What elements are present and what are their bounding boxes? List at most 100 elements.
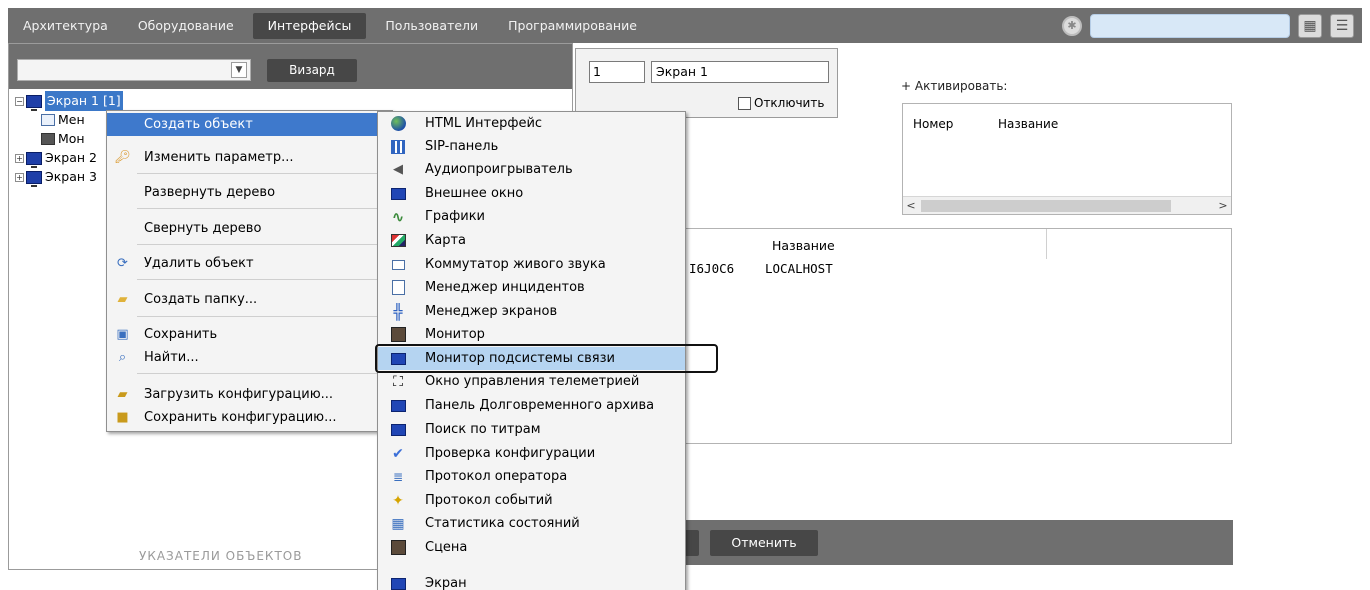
context-menu: Создать объект ▶ 🔑︎ Изменить параметр...… (106, 110, 393, 432)
expand-icon[interactable]: + (15, 172, 24, 182)
star-icon: ✦ (392, 492, 404, 509)
menu-item-save-config[interactable]: ■ Сохранить конфигурацию... (107, 406, 392, 429)
submenu-item-caption-search[interactable]: Поиск по титрам (378, 418, 685, 441)
submenu-item-operator-log[interactable]: ≣ Протокол оператора (378, 465, 685, 488)
tree-node-screen2[interactable]: + Экран 2 (15, 148, 97, 168)
menu-icon[interactable]: ☰ (1330, 13, 1354, 38)
submenu-item-label: Статистика состояний (425, 516, 580, 531)
submenu-item-label: Протокол оператора (425, 469, 568, 484)
menu-separator (137, 244, 389, 245)
menu-item-find[interactable]: ⌕ Найти... (107, 346, 392, 369)
tree-node-label: Мон (58, 131, 85, 146)
chevron-down-icon[interactable]: ▼ (231, 62, 247, 78)
submenu-item-screen[interactable]: Экран (378, 572, 685, 590)
submenu-item-label: Сцена (425, 540, 468, 555)
tab-interfaces[interactable]: Интерфейсы (252, 12, 367, 39)
menu-item-label: Изменить параметр... (144, 150, 294, 165)
menu-item-label: Создать объект (144, 117, 253, 132)
checkbox-box[interactable] (738, 96, 751, 110)
menu-item-edit-parameter[interactable]: 🔑︎ Изменить параметр... (107, 146, 392, 169)
gear-icon[interactable]: ✱ (1062, 15, 1082, 36)
save-icon: ▣ (116, 327, 129, 342)
menu-item-collapse-tree[interactable]: Свернуть дерево (107, 217, 392, 240)
tree-node-label: Мен (58, 112, 85, 127)
submenu-item-label: Проверка конфигурации (425, 446, 596, 461)
submenu-item-state-statistics[interactable]: ▦ Статистика состояний (378, 512, 685, 535)
menu-item-label: Найти... (144, 350, 199, 365)
menu-item-load-config[interactable]: ▰ Загрузить конфигурацию... (107, 383, 392, 406)
menu-item-save[interactable]: ▣ Сохранить (107, 323, 392, 346)
menu-item-create-folder[interactable]: ▰ Создать папку... (107, 288, 392, 311)
scene-icon (390, 540, 406, 556)
monitor-icon (390, 398, 406, 414)
submenu-item-config-check[interactable]: ✔ Проверка конфигурации (378, 442, 685, 465)
cancel-button[interactable]: Отменить (710, 530, 818, 556)
menu-item-label: Удалить объект (144, 256, 254, 271)
submenu-item-monitor[interactable]: Монитор (378, 323, 685, 346)
search-input[interactable] (1090, 13, 1290, 38)
submenu-item-telemetry-window[interactable]: ⛶ Окно управления телеметрией (378, 370, 685, 393)
submenu-item-audio-player[interactable]: ◀︎ Аудиопроигрыватель (378, 158, 685, 181)
submenu-item-map[interactable]: Карта (378, 229, 685, 252)
tree-node-child2[interactable]: Мон (41, 129, 85, 149)
window-icon (390, 257, 406, 273)
submenu-item-sip-panel[interactable]: SIP-панель (378, 135, 685, 158)
menu-separator (137, 173, 389, 174)
tree-node-screen3[interactable]: + Экран 3 (15, 167, 97, 187)
expand-icon[interactable]: + (15, 153, 24, 163)
menu-item-label: Развернуть дерево (144, 185, 276, 200)
submenu-item-live-sound-switch[interactable]: Коммутатор живого звука (378, 253, 685, 276)
chart-icon: ∿ (391, 207, 405, 226)
menu-item-create-object[interactable]: Создать объект ▶ (107, 113, 392, 136)
submenu-item-screen-manager[interactable]: ╬ Менеджер экранов (378, 300, 685, 323)
screen-icon (26, 151, 42, 168)
tree-node-screen1[interactable]: − Экран 1 [1] (15, 91, 123, 111)
submenu-item-label: Аудиопроигрыватель (425, 162, 573, 177)
incident-manager-icon (41, 114, 55, 126)
collapse-icon[interactable]: − (15, 96, 24, 106)
log-icon: ≣ (392, 469, 404, 484)
menu-item-label: Свернуть дерево (144, 221, 262, 236)
magnifier-icon: ⌕ (118, 350, 127, 365)
object-number-field[interactable]: 1 (589, 61, 645, 83)
submenu-item-scene[interactable]: Сцена (378, 536, 685, 559)
wizard-button[interactable]: Визард (267, 59, 357, 82)
object-settings: 1 Экран 1 Отключить (575, 48, 838, 118)
submenu-item-long-term-archive[interactable]: Панель Долговременного архива (378, 394, 685, 417)
submenu-item-label: HTML Интерфейс (425, 116, 543, 131)
submenu-item-label: Внешнее окно (425, 186, 524, 201)
key-icon: 🔑︎ (114, 150, 131, 165)
submenu-item-charts[interactable]: ∿ Графики (378, 205, 685, 228)
submenu-item-label: Протокол событий (425, 493, 553, 508)
submenu-item-html-interface[interactable]: HTML Интерфейс (378, 112, 685, 135)
submenu-item-label: Карта (425, 233, 466, 248)
tab-architecture[interactable]: Архитектура (8, 8, 123, 43)
tab-equipment[interactable]: Оборудование (123, 8, 249, 43)
chevron-left-icon[interactable]: < (903, 197, 919, 215)
submenu-item-incident-manager[interactable]: Менеджер инцидентов (378, 276, 685, 299)
tree-toolbar: ▼ Визард (9, 44, 572, 89)
box-icon: ■ (116, 410, 129, 425)
tree-node-label: Экран 2 (45, 150, 97, 165)
menu-separator (137, 316, 389, 317)
globe-icon (390, 116, 406, 132)
tree-node-child1[interactable]: Мен (41, 110, 85, 130)
object-type-select[interactable]: ▼ (17, 59, 251, 81)
submenu-item-label: SIP-панель (425, 139, 499, 154)
telemetry-icon: ⛶ (393, 373, 403, 390)
submenu-item-event-log[interactable]: ✦ Протокол событий (378, 489, 685, 512)
menu-item-expand-tree[interactable]: Развернуть дерево (107, 181, 392, 204)
menu-item-delete-object[interactable]: ⟳ Удалить объект (107, 252, 392, 275)
chevron-right-icon[interactable]: > (1215, 197, 1231, 215)
screen-icon (26, 94, 42, 111)
menu-separator (137, 373, 389, 374)
horizontal-scrollbar[interactable]: < > (903, 196, 1231, 214)
tab-users[interactable]: Пользователи (370, 8, 493, 43)
disable-checkbox[interactable]: Отключить (738, 96, 824, 110)
tab-programming[interactable]: Программирование (493, 8, 652, 43)
grid-view-icon[interactable]: ▦ (1298, 13, 1322, 38)
object-name-field[interactable]: Экран 1 (651, 61, 829, 83)
submenu-item-external-window[interactable]: Внешнее окно (378, 182, 685, 205)
tree-node-label: Экран 3 (45, 169, 97, 184)
scrollbar-thumb[interactable] (921, 200, 1171, 212)
